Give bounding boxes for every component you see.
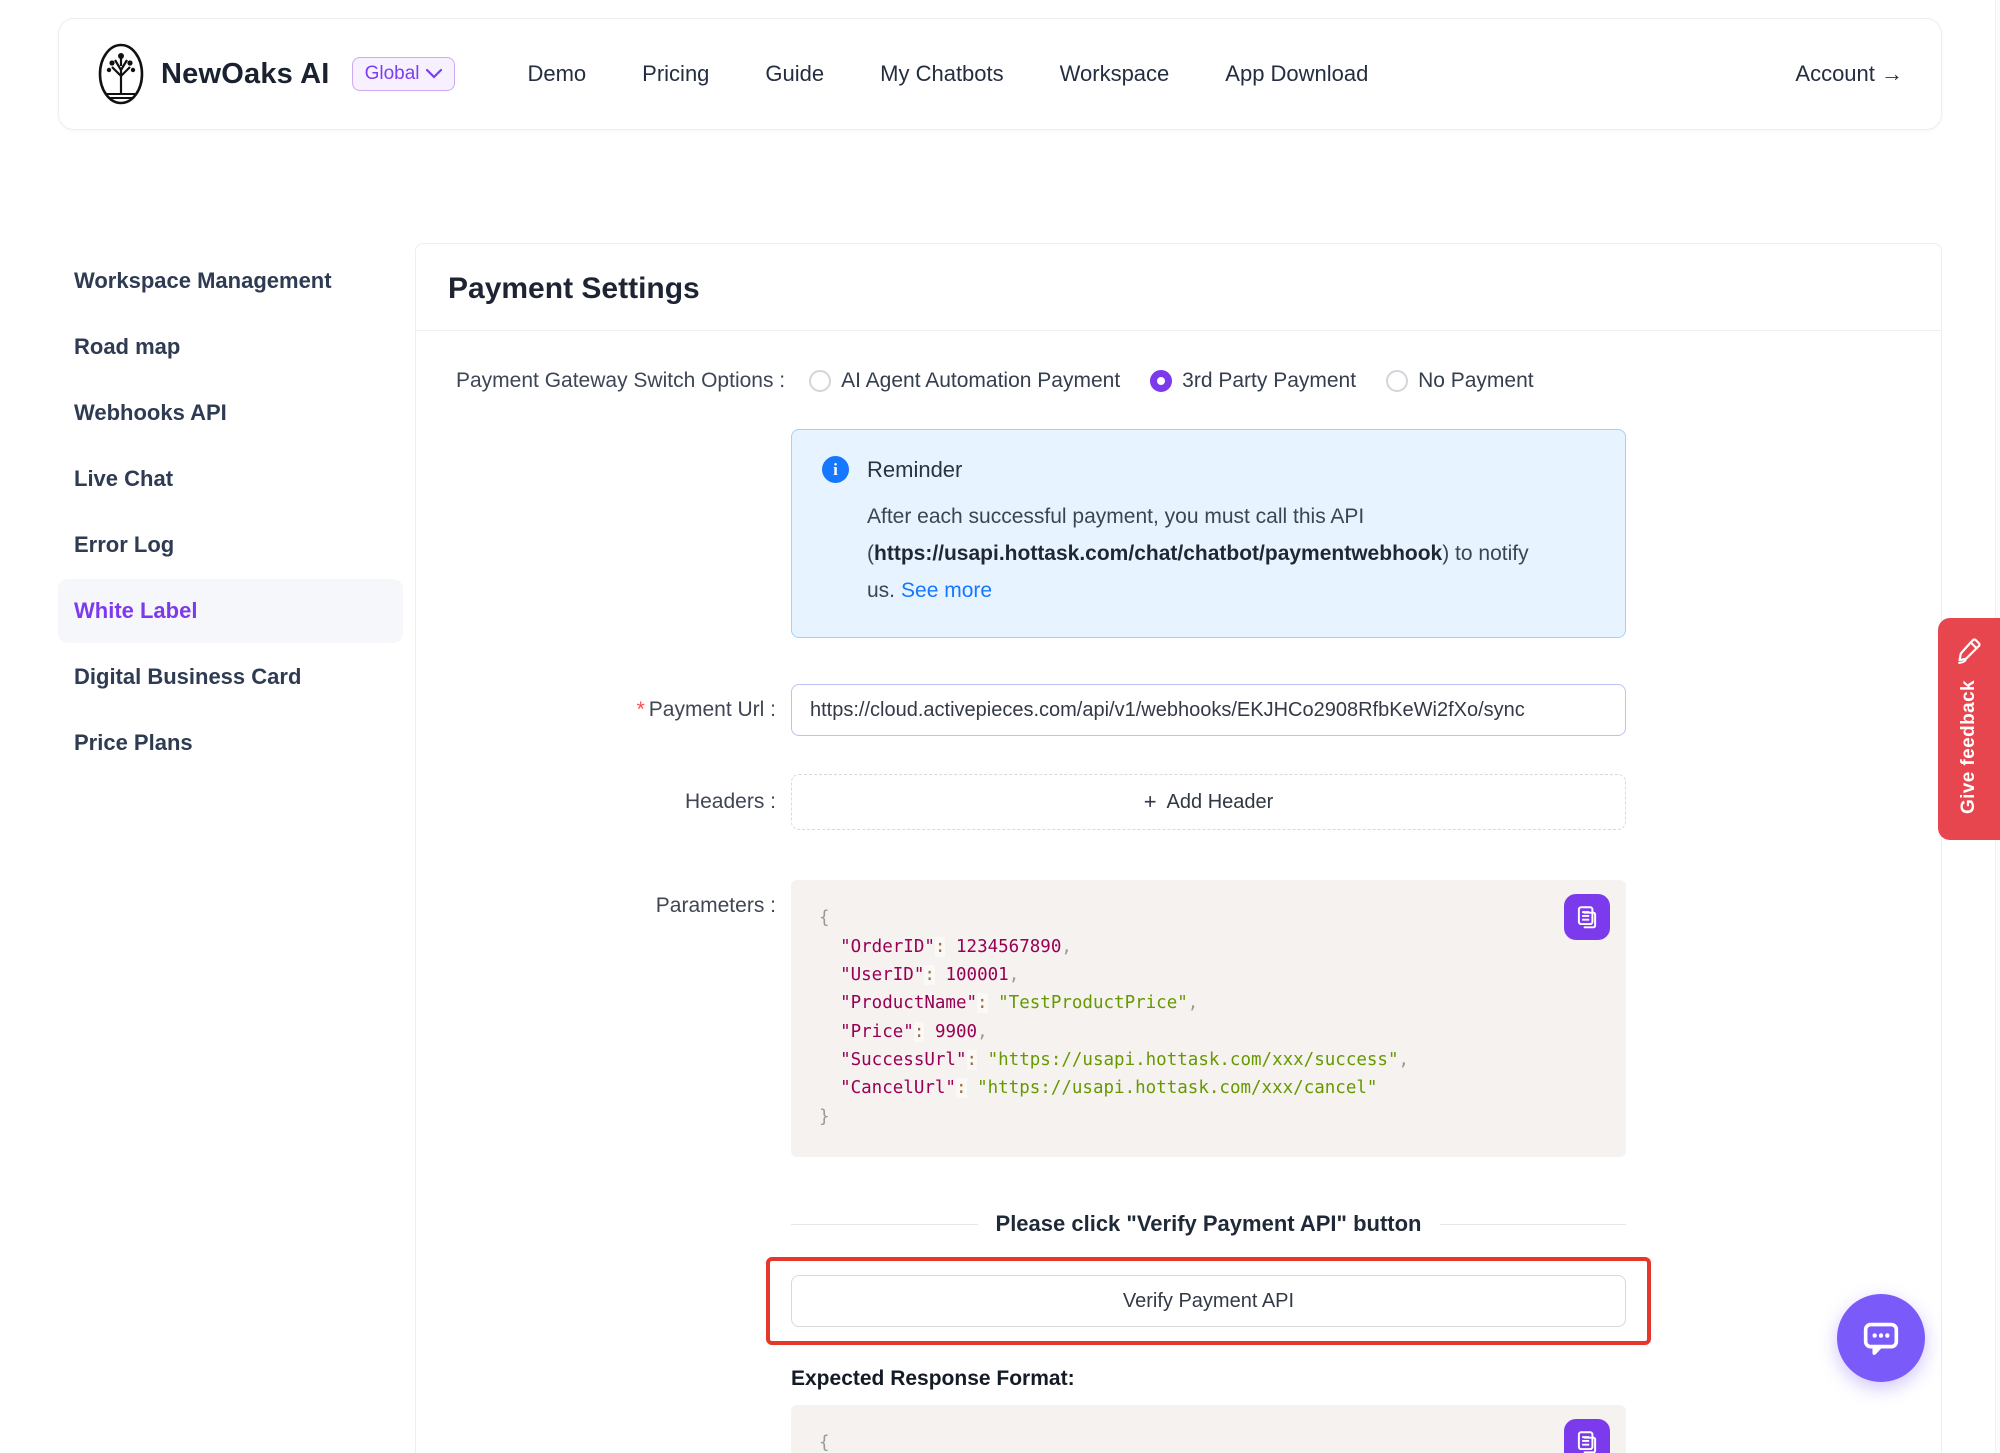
nav-demo[interactable]: Demo [527,61,586,87]
plus-icon: + [1144,791,1157,813]
page-layout: Workspace Management Road map Webhooks A… [0,243,2000,1453]
sidebar-item-road-map[interactable]: Road map [58,315,403,379]
expected-response-label: Expected Response Format: [791,1367,1626,1391]
headers-label: Headers : [416,790,791,814]
account-link[interactable]: Account → [1795,61,1903,87]
nav-workspace[interactable]: Workspace [1060,61,1170,87]
chat-widget-button[interactable] [1837,1294,1925,1382]
sidebar-item-webhooks-api[interactable]: Webhooks API [58,381,403,445]
nav-guide[interactable]: Guide [765,61,824,87]
response-code: { "Data": { "URL": "https://checkout.str… [819,1429,1598,1453]
sidebar: Workspace Management Road map Webhooks A… [58,243,403,777]
give-feedback-tab[interactable]: Give feedback [1938,618,2000,840]
copy-response-button[interactable] [1564,1419,1610,1453]
verify-payment-api-button[interactable]: Verify Payment API [791,1275,1626,1327]
region-label: Global [365,63,420,85]
brand: NewOaks AI Global [97,42,455,106]
brand-name: NewOaks AI [161,58,330,91]
gateway-switch-row: Payment Gateway Switch Options : AI Agen… [416,369,1941,393]
newoaks-logo-icon [97,42,145,106]
nav-pricing[interactable]: Pricing [642,61,709,87]
parameters-code: { "OrderID": 1234567890, "UserID": 10000… [819,904,1598,1131]
radio-circle-icon [809,370,831,392]
give-feedback-label: Give feedback [1958,680,1980,814]
info-icon: i [822,456,849,483]
top-navigation-bar: NewOaks AI Global Demo Pricing Guide My … [58,18,1942,130]
chat-bubble-icon [1858,1315,1904,1361]
radio-no-payment[interactable]: No Payment [1386,369,1534,393]
card-header: Payment Settings [416,244,1941,331]
verify-instruction-divider: Please click "Verify Payment API" button [791,1211,1626,1237]
sidebar-item-workspace-management[interactable]: Workspace Management [58,249,403,313]
radio-circle-selected-icon [1150,370,1172,392]
see-more-link[interactable]: See more [901,579,992,602]
reminder-header: i Reminder [822,456,1595,483]
reminder-alert: i Reminder After each successful payment… [791,429,1626,638]
payment-url-label: *Payment Url : [416,698,791,722]
page-title: Payment Settings [448,272,1909,306]
sidebar-item-white-label[interactable]: White Label [58,579,403,643]
sidebar-item-live-chat[interactable]: Live Chat [58,447,403,511]
radio-circle-icon [1386,370,1408,392]
parameters-code-block: { "OrderID": 1234567890, "UserID": 10000… [791,880,1626,1157]
verify-instruction-text: Please click "Verify Payment API" button [996,1211,1422,1237]
reminder-title: Reminder [867,457,962,483]
red-annotation-box: Verify Payment API [766,1257,1651,1345]
nav-my-chatbots[interactable]: My Chatbots [880,61,1004,87]
main-nav: Demo Pricing Guide My Chatbots Workspace… [527,61,1795,87]
required-asterisk: * [637,698,645,721]
sidebar-item-digital-business-card[interactable]: Digital Business Card [58,645,403,709]
sidebar-item-price-plans[interactable]: Price Plans [58,711,403,775]
payment-url-input[interactable] [791,684,1626,736]
chevron-down-icon [426,69,442,79]
response-code-block: { "Data": { "URL": "https://checkout.str… [791,1405,1626,1453]
parameters-label: Parameters : [416,880,791,918]
card-body: Payment Gateway Switch Options : AI Agen… [416,331,1941,1453]
reminder-api-url: https://usapi.hottask.com/chat/chatbot/p… [874,542,1442,565]
payment-settings-card: Payment Settings Payment Gateway Switch … [415,243,1942,1453]
copy-icon [1574,904,1600,930]
copy-icon [1574,1429,1600,1453]
nav-app-download[interactable]: App Download [1225,61,1368,87]
gateway-switch-label: Payment Gateway Switch Options : [456,369,785,393]
region-selector[interactable]: Global [352,57,456,91]
pencil-icon [1955,636,1983,664]
add-header-button[interactable]: + Add Header [791,774,1626,830]
radio-3rd-party-payment[interactable]: 3rd Party Payment [1150,369,1356,393]
parameters-row: Parameters : { "OrderID": 1234567890, "U… [416,880,1941,1157]
sidebar-item-error-log[interactable]: Error Log [58,513,403,577]
headers-row: Headers : + Add Header [416,774,1941,830]
copy-parameters-button[interactable] [1564,894,1610,940]
payment-url-row: *Payment Url : [416,684,1941,736]
radio-ai-agent-automation-payment[interactable]: AI Agent Automation Payment [809,369,1120,393]
reminder-body: After each successful payment, you must … [867,499,1595,609]
